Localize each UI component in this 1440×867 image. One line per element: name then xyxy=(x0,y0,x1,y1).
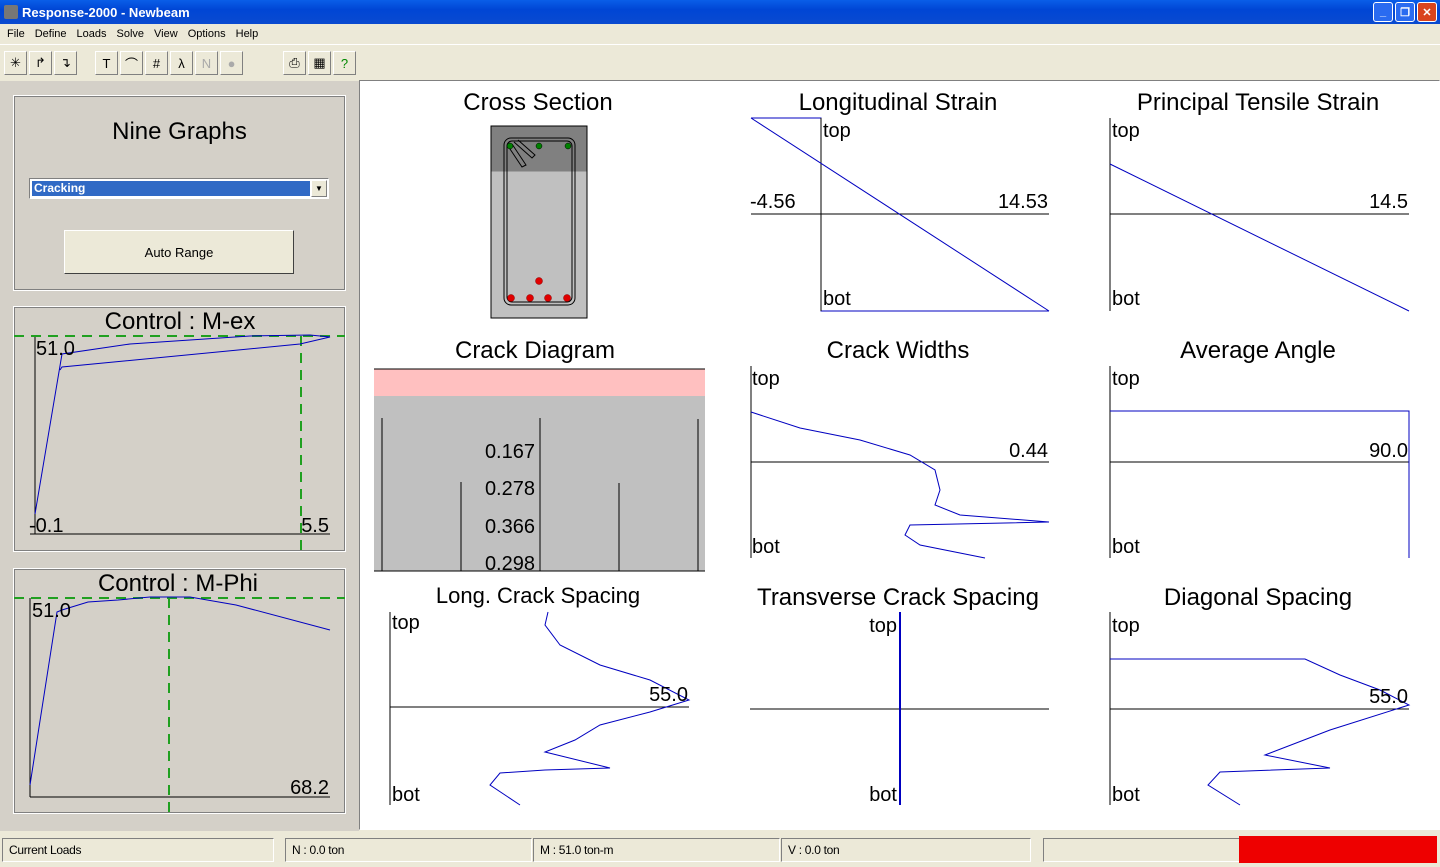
bot-label: bot xyxy=(752,536,780,558)
crack-width-label: 0.278 xyxy=(485,478,535,500)
crack-width-label: 0.366 xyxy=(485,516,535,538)
angle-curve xyxy=(1110,410,1410,558)
bottom-rebar xyxy=(544,294,552,302)
mex-title: Control : M-ex xyxy=(105,308,256,335)
principal-strain-title: Principal Tensile Strain xyxy=(1137,89,1379,116)
min-label: -4.56 xyxy=(750,191,796,213)
bot-label: bot xyxy=(1112,536,1140,558)
crack-zone xyxy=(374,369,705,396)
status-current-loads: Current Loads xyxy=(2,838,274,862)
diagonal-spacing-title: Diagonal Spacing xyxy=(1164,584,1352,611)
plots-canvas: Control : M-ex 51.0 -0.1 5.5 Control : M… xyxy=(14,89,1411,813)
top-rebar xyxy=(564,142,572,150)
bot-label: bot xyxy=(392,784,420,806)
top-rebar xyxy=(535,142,543,150)
mex-ymax-label: 51.0 xyxy=(36,338,75,360)
long-spacing-curve xyxy=(489,611,691,806)
principal-curve xyxy=(1109,163,1410,312)
crack-diagram-title: Crack Diagram xyxy=(455,337,615,364)
max-label: 14.53 xyxy=(998,191,1048,213)
cross-section-title: Cross Section xyxy=(463,89,612,116)
bottom-rebar xyxy=(535,277,543,285)
mphi-curve xyxy=(29,596,331,786)
status-axial-load: N : 0.0 ton xyxy=(285,838,532,862)
long-strain-title: Longitudinal Strain xyxy=(799,89,998,116)
mphi-xmax-label: 68.2 xyxy=(290,777,329,799)
mex-xmin-label: -0.1 xyxy=(29,515,63,537)
top-label: top xyxy=(752,368,780,390)
top-label: top xyxy=(823,120,851,142)
max-label: 55.0 xyxy=(1369,686,1408,708)
transverse-spacing-title: Transverse Crack Spacing xyxy=(757,584,1039,611)
top-rebar xyxy=(506,142,514,150)
crack-width-label: 0.167 xyxy=(485,441,535,463)
watermark-logo xyxy=(1239,836,1437,863)
top-label: top xyxy=(869,615,897,637)
top-label: top xyxy=(1112,368,1140,390)
max-label: 14.5 xyxy=(1369,191,1408,213)
top-label: top xyxy=(1112,120,1140,142)
status-moment: M : 51.0 ton-m xyxy=(533,838,780,862)
max-label: 0.44 xyxy=(1009,440,1048,462)
bottom-rebar xyxy=(526,294,534,302)
crack-width-label: 0.298 xyxy=(485,553,535,575)
average-angle-title: Average Angle xyxy=(1180,337,1336,364)
long-spacing-title: Long. Crack Spacing xyxy=(436,583,640,608)
crack-widths-curve xyxy=(750,411,1050,559)
bot-label: bot xyxy=(869,784,897,806)
status-extra xyxy=(1043,838,1243,862)
bot-label: bot xyxy=(823,288,851,310)
mphi-ymax-label: 51.0 xyxy=(32,600,71,622)
max-label: 90.0 xyxy=(1369,440,1408,462)
status-shear: V : 0.0 ton xyxy=(781,838,1031,862)
crack-widths-title: Crack Widths xyxy=(827,337,970,364)
top-label: top xyxy=(1112,615,1140,637)
bottom-rebar xyxy=(563,294,571,302)
bot-label: bot xyxy=(1112,288,1140,310)
mex-xmax-label: 5.5 xyxy=(301,515,329,537)
max-label: 55.0 xyxy=(649,684,688,706)
top-label: top xyxy=(392,612,420,634)
bottom-rebar xyxy=(507,294,515,302)
diagonal-curve xyxy=(1110,658,1411,806)
bot-label: bot xyxy=(1112,784,1140,806)
mex-curve xyxy=(34,334,331,515)
mphi-title: Control : M-Phi xyxy=(98,570,258,597)
